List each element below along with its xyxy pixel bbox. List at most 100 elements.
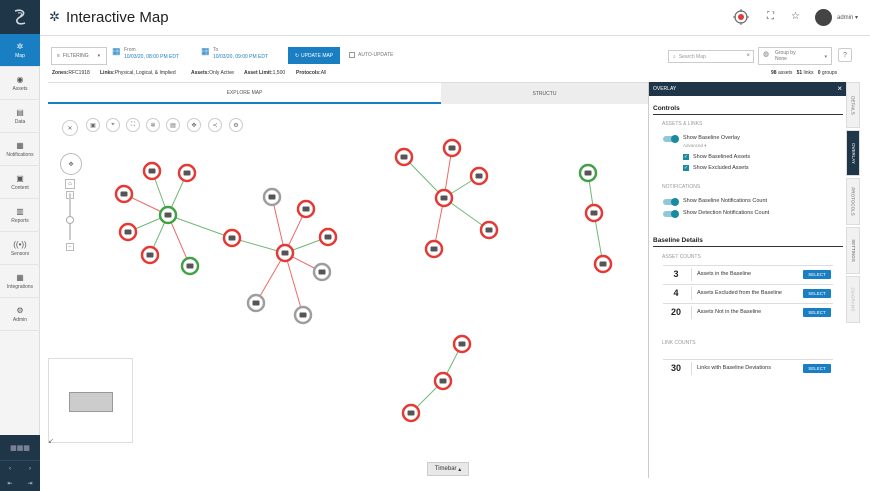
- pan-control[interactable]: ✥: [60, 153, 82, 175]
- nav-item-notifications[interactable]: ▦ Notifications: [0, 133, 40, 166]
- resize-handle-icon[interactable]: ↙: [48, 437, 54, 445]
- graph-node[interactable]: [296, 199, 316, 219]
- user-name[interactable]: admin ▾: [837, 14, 858, 21]
- collapse-left-icon[interactable]: ⇤: [0, 476, 20, 491]
- graph-node[interactable]: [312, 262, 332, 282]
- star-icon[interactable]: ☆: [791, 11, 800, 22]
- tab-protocols[interactable]: PROTOCOLS: [846, 178, 860, 225]
- share-tool-button[interactable]: ≺: [208, 118, 222, 132]
- tab-details[interactable]: DETAILS: [846, 82, 860, 128]
- select-button[interactable]: SELECT: [803, 289, 831, 298]
- minimap[interactable]: [48, 358, 133, 443]
- to-date-picker[interactable]: ▦ To 10/03/20, 09:00 PM EDT: [201, 47, 281, 61]
- graph-node[interactable]: [433, 371, 453, 391]
- from-date-picker[interactable]: ▦ From 10/03/20, 08:00 PM EDT: [112, 47, 192, 61]
- graph-node[interactable]: [394, 147, 414, 167]
- graph-node[interactable]: [262, 187, 282, 207]
- tab-explore-map[interactable]: EXPLORE MAP: [48, 83, 441, 104]
- update-map-button[interactable]: ↻ UPDATE MAP: [288, 47, 340, 64]
- avatar[interactable]: [815, 9, 832, 26]
- graph-node[interactable]: [140, 245, 160, 265]
- search-icon: ⌕: [673, 53, 676, 60]
- layout-icon: ✲: [150, 122, 156, 129]
- graph-node[interactable]: [578, 163, 598, 183]
- graph-node[interactable]: [177, 163, 197, 183]
- detection-notifications-toggle[interactable]: [663, 210, 679, 218]
- tab-overlay[interactable]: OVERLAY: [846, 130, 860, 176]
- fullscreen-icon[interactable]: ⛶: [767, 11, 774, 22]
- baselined-assets-label: Show Baselined Assets: [693, 154, 751, 160]
- nav-item-content[interactable]: ▣ Content: [0, 166, 40, 199]
- graph-node[interactable]: [158, 205, 178, 225]
- close-tool-button[interactable]: ✕: [62, 120, 78, 136]
- nav-item-data[interactable]: ▤ Data: [0, 100, 40, 133]
- report-tool-button[interactable]: ▤: [166, 118, 180, 132]
- focus-tool-button[interactable]: ⌖: [106, 118, 120, 132]
- graph-node[interactable]: [452, 334, 472, 354]
- excluded-assets-checkbox[interactable]: ✓: [683, 165, 689, 171]
- settings-tool-button[interactable]: ⚙: [229, 118, 243, 132]
- target-icon[interactable]: [733, 9, 749, 25]
- graph-node[interactable]: [142, 161, 162, 181]
- graph-node[interactable]: [275, 243, 295, 263]
- move-tool-button[interactable]: ✥: [187, 118, 201, 132]
- link-counts-label: LINK COUNTS: [662, 340, 696, 346]
- nav-item-reports[interactable]: ▥ Reports: [0, 199, 40, 232]
- help-button[interactable]: ?: [838, 48, 852, 62]
- graph-node[interactable]: [479, 220, 499, 240]
- app-logo[interactable]: [0, 0, 40, 34]
- close-icon[interactable]: ×: [837, 84, 842, 93]
- divider: [691, 306, 692, 319]
- expand-right-icon[interactable]: ⇥: [20, 476, 40, 491]
- baseline-overlay-toggle[interactable]: [663, 135, 679, 143]
- chevron-right-icon[interactable]: ›: [20, 461, 40, 476]
- minimap-viewport[interactable]: [69, 392, 113, 412]
- graph-node[interactable]: [246, 293, 266, 313]
- nav-item-admin[interactable]: ⚙ Admin: [0, 298, 40, 331]
- auto-update-checkbox[interactable]: [349, 52, 355, 58]
- chevron-left-icon[interactable]: ‹: [0, 461, 20, 476]
- zoom-slider-handle[interactable]: [66, 216, 74, 224]
- advanced-link[interactable]: Advanced ▾: [683, 143, 707, 149]
- graph-node[interactable]: [114, 184, 134, 204]
- tab-diagrams[interactable]: DIAGRAMS: [846, 276, 860, 323]
- tab-settings[interactable]: SETTINGS: [846, 227, 860, 274]
- graph-node[interactable]: [434, 188, 454, 208]
- select-button[interactable]: SELECT: [803, 364, 831, 373]
- graph-node[interactable]: [118, 222, 138, 242]
- zoom-out-button[interactable]: −: [66, 243, 74, 251]
- zoom-reset-button[interactable]: ⌂: [65, 179, 75, 189]
- graph-node[interactable]: [293, 305, 313, 325]
- graph-node[interactable]: [424, 239, 444, 259]
- baselined-assets-checkbox[interactable]: ✓: [683, 154, 689, 160]
- graph-node[interactable]: [584, 203, 604, 223]
- baseline-notifications-toggle[interactable]: [663, 198, 679, 206]
- graph-node[interactable]: [222, 228, 242, 248]
- nav-item-map[interactable]: ✲ Map: [0, 34, 40, 67]
- graph-node[interactable]: [442, 138, 462, 158]
- auto-update-toggle[interactable]: AUTO-UPDATE: [349, 52, 393, 58]
- nav-item-assets[interactable]: ◉ Assets: [0, 67, 40, 100]
- tab-structure[interactable]: STRUCTU: [441, 83, 648, 104]
- graph-node[interactable]: [593, 254, 613, 274]
- save-tool-button[interactable]: ▣: [86, 118, 100, 132]
- graph-link[interactable]: [284, 252, 304, 316]
- layout-tool-button[interactable]: ✲: [146, 118, 160, 132]
- graph-node[interactable]: [180, 256, 200, 276]
- graph-node[interactable]: [401, 403, 421, 423]
- graph-node[interactable]: [469, 166, 489, 186]
- search-input[interactable]: ⌕ Search Map ×: [668, 50, 754, 63]
- clear-search-icon[interactable]: ×: [746, 53, 750, 59]
- grid-icon[interactable]: ▦▦▦: [0, 435, 40, 461]
- group-by-select[interactable]: ◍ Group by None ▾: [758, 47, 832, 65]
- timebar-toggle[interactable]: Timebar ▴: [427, 462, 469, 476]
- select-button[interactable]: SELECT: [803, 270, 831, 279]
- nav-item-integrations[interactable]: ▦ Integrations: [0, 265, 40, 298]
- graph-link[interactable]: [167, 214, 233, 239]
- nav-item-sensors[interactable]: ((•)) Sensors: [0, 232, 40, 265]
- select-button[interactable]: SELECT: [803, 308, 831, 317]
- filtering-button[interactable]: ≡ FILTERING ▾: [51, 47, 107, 65]
- network-graph[interactable]: [48, 105, 648, 481]
- fit-tool-button[interactable]: ⛶: [126, 118, 140, 132]
- graph-node[interactable]: [318, 227, 338, 247]
